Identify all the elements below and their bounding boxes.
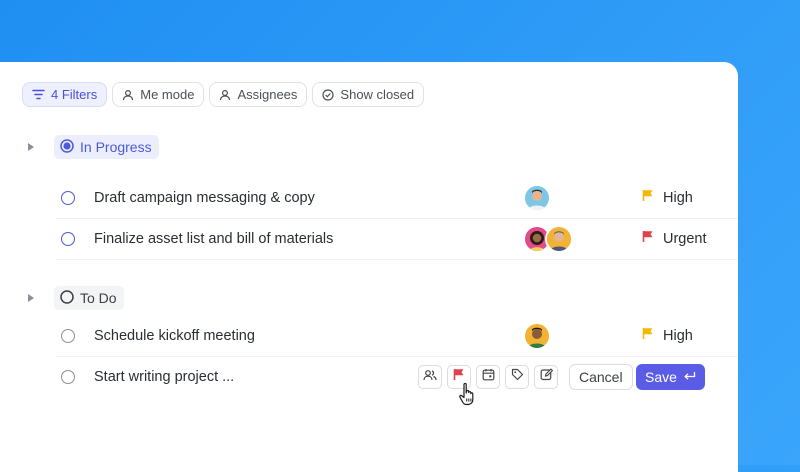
- save-button[interactable]: Save: [636, 363, 705, 390]
- group-label: In Progress: [80, 139, 152, 155]
- show-closed-label: Show closed: [340, 87, 415, 102]
- status-pill-in-progress[interactable]: In Progress: [54, 135, 159, 159]
- filters-button[interactable]: 4 Filters: [22, 82, 108, 107]
- priority-cell[interactable]: High: [642, 327, 693, 344]
- todo-status-icon: [60, 289, 74, 307]
- assignee-avatars[interactable]: [523, 224, 573, 253]
- task-name[interactable]: Draft campaign messaging & copy: [94, 190, 315, 206]
- avatar[interactable]: [545, 224, 573, 253]
- task-row[interactable]: Finalize asset list and bill of material…: [56, 218, 738, 260]
- group-header-in-progress: In Progress: [28, 135, 159, 159]
- assignees-label: Assignees: [237, 87, 298, 102]
- in-progress-status-icon: [60, 138, 74, 156]
- new-task-input[interactable]: Start writing project ...: [94, 369, 234, 385]
- collapse-caret-icon[interactable]: [28, 294, 34, 302]
- flag-icon: [642, 327, 654, 344]
- enter-key-icon: [683, 369, 696, 385]
- task-list-panel: 4 Filters Me mode Assignees Show closed: [0, 62, 738, 472]
- edit-icon: [540, 367, 553, 386]
- group-header-todo: To Do: [28, 286, 124, 310]
- save-button-label: Save: [645, 368, 677, 385]
- cancel-button[interactable]: Cancel: [569, 363, 633, 390]
- filter-icon: [32, 89, 45, 100]
- person-icon: [122, 89, 134, 101]
- task-status-checkbox[interactable]: [61, 190, 75, 205]
- task-name[interactable]: Schedule kickoff meeting: [94, 328, 255, 344]
- status-pill-todo[interactable]: To Do: [54, 286, 124, 310]
- me-mode-label: Me mode: [140, 87, 195, 102]
- avatar[interactable]: [523, 321, 551, 350]
- flag-icon: [642, 189, 654, 206]
- flag-icon: [642, 230, 654, 247]
- assignee-avatars[interactable]: [523, 321, 551, 350]
- priority-label: Urgent: [663, 230, 707, 247]
- assignee-avatars[interactable]: [523, 183, 551, 212]
- assignees-tool-button[interactable]: [418, 364, 442, 389]
- task-name[interactable]: Finalize asset list and bill of material…: [94, 231, 333, 247]
- task-status-checkbox[interactable]: [61, 328, 75, 343]
- collapse-caret-icon[interactable]: [28, 143, 34, 151]
- check-circle-icon: [322, 88, 335, 101]
- tag-icon: [511, 368, 524, 386]
- due-date-tool-button[interactable]: [476, 364, 500, 389]
- new-task-toolbar: [418, 364, 558, 389]
- hand-pointer-cursor-icon: [458, 382, 478, 411]
- filters-label: 4 Filters: [51, 87, 98, 102]
- task-row[interactable]: Draft campaign messaging & copy High: [56, 177, 738, 219]
- task-status-checkbox[interactable]: [61, 369, 75, 384]
- show-closed-button[interactable]: Show closed: [312, 82, 425, 107]
- task-status-checkbox[interactable]: [61, 231, 75, 246]
- group-label: To Do: [80, 290, 117, 306]
- assignees-button[interactable]: Assignees: [209, 82, 308, 107]
- tags-tool-button[interactable]: [505, 364, 529, 389]
- priority-label: High: [663, 189, 693, 206]
- assignees-icon: [423, 368, 437, 386]
- new-task-row: Start writing project ... Cancel Save: [56, 356, 738, 397]
- priority-label: High: [663, 327, 693, 344]
- edit-tool-button[interactable]: [534, 364, 558, 389]
- avatar[interactable]: [523, 183, 551, 212]
- person-icon: [219, 89, 231, 101]
- calendar-icon: [482, 368, 495, 386]
- priority-cell[interactable]: High: [642, 189, 693, 206]
- priority-cell[interactable]: Urgent: [642, 230, 707, 247]
- task-row[interactable]: Schedule kickoff meeting High: [56, 315, 738, 357]
- filter-bar: 4 Filters Me mode Assignees Show closed: [22, 82, 425, 107]
- me-mode-button[interactable]: Me mode: [112, 82, 205, 107]
